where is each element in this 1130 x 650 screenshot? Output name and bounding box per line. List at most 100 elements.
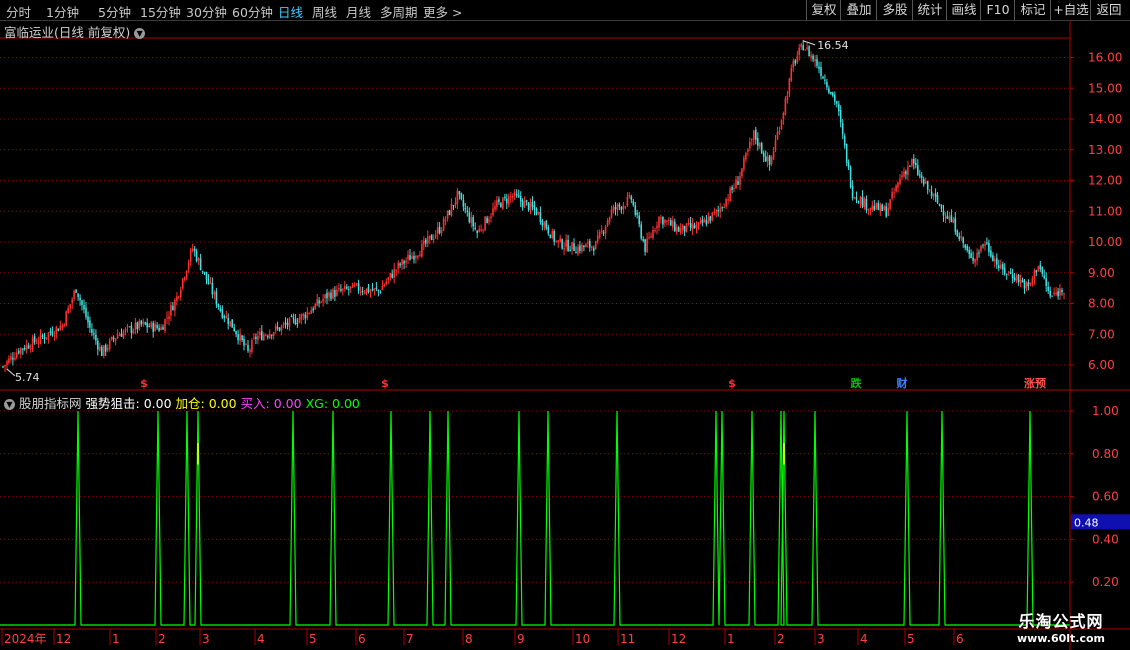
candle-body — [488, 219, 490, 222]
x-axis-label: 1 — [727, 632, 735, 646]
candle — [357, 279, 360, 294]
candle — [199, 253, 202, 271]
candle — [195, 248, 198, 263]
candle — [922, 176, 925, 187]
candle-body — [1029, 282, 1032, 285]
candle-body — [429, 235, 431, 239]
candle — [523, 196, 526, 209]
candle-body — [790, 68, 793, 81]
candle-body — [504, 196, 506, 198]
candle-body — [670, 220, 672, 226]
candle — [361, 286, 364, 296]
candle — [695, 221, 698, 234]
candle-body — [571, 241, 573, 250]
candle-body — [468, 212, 471, 222]
candle-body — [847, 162, 850, 168]
candle — [99, 342, 101, 352]
candle — [782, 111, 785, 125]
candle-body — [292, 317, 295, 319]
candle — [928, 189, 931, 193]
candle — [822, 75, 824, 79]
candle-body — [974, 258, 976, 263]
chevron-down-icon[interactable]: ▼ — [134, 28, 146, 39]
candle-body — [405, 260, 407, 263]
candle-body — [895, 185, 897, 192]
candle — [116, 329, 119, 339]
indicator-name[interactable]: 股朋指标网 — [19, 396, 82, 411]
candle-body — [170, 305, 172, 316]
indicator-tick-label: 0.20 — [1092, 575, 1119, 589]
candle — [553, 229, 555, 246]
candle — [207, 274, 210, 285]
candle-body — [666, 220, 668, 222]
candle-body — [235, 331, 237, 335]
candle — [998, 259, 1000, 272]
candle — [67, 305, 69, 314]
chevron-down-icon[interactable]: ▼ — [4, 399, 15, 410]
candle — [1003, 263, 1006, 276]
candle — [77, 293, 79, 301]
candle — [286, 318, 289, 330]
candle — [879, 202, 882, 216]
price-chart[interactable]: 16.0015.0014.0013.0012.0011.0010.009.008… — [0, 0, 1130, 650]
candle — [733, 183, 735, 192]
high-price-label: 16.54 — [817, 39, 849, 52]
candle-body — [818, 66, 820, 69]
candle-body — [958, 236, 961, 240]
candle — [351, 282, 354, 288]
candle — [990, 245, 992, 258]
low-price-label: 5.74 — [15, 371, 40, 384]
candle — [369, 288, 372, 298]
candle-body — [630, 196, 633, 200]
candle — [980, 244, 982, 254]
candle-body — [1051, 295, 1053, 297]
candle-body — [778, 131, 781, 133]
candle — [784, 96, 787, 116]
candle — [324, 293, 326, 303]
candle-body — [314, 304, 316, 310]
candle-body — [836, 101, 838, 104]
candle — [4, 364, 6, 372]
candle-body — [745, 153, 747, 160]
candle — [549, 234, 552, 239]
candle-body — [881, 204, 883, 211]
candle — [780, 119, 783, 130]
candle-body — [85, 307, 87, 318]
candle-body — [306, 311, 309, 319]
candle-body — [1041, 267, 1044, 274]
candle — [466, 205, 469, 217]
candle — [753, 129, 755, 146]
candle — [349, 286, 352, 294]
candle — [338, 283, 340, 292]
candle-body — [563, 247, 565, 250]
candle — [237, 329, 239, 345]
candle-body — [349, 286, 352, 289]
low-pointer — [6, 368, 16, 377]
candle — [583, 245, 585, 252]
candle-body — [438, 226, 441, 234]
candle-body — [326, 292, 328, 299]
candle-body — [328, 292, 330, 297]
candle-body — [494, 206, 496, 210]
candle — [747, 147, 749, 157]
candle — [1021, 277, 1024, 283]
candle — [106, 344, 109, 353]
candle — [855, 191, 858, 204]
candle — [201, 270, 204, 274]
candle-body — [899, 178, 901, 184]
candle — [644, 238, 646, 256]
candle — [766, 152, 769, 168]
candle — [249, 348, 251, 358]
candle — [247, 340, 249, 353]
candle — [861, 190, 864, 209]
candle — [796, 51, 799, 65]
candle — [818, 61, 820, 74]
candle — [757, 132, 759, 151]
candle — [389, 272, 392, 281]
candle-body — [691, 224, 694, 230]
candle — [895, 184, 897, 193]
candle — [132, 328, 135, 335]
chart-title: 富临运业(日线 前复权) ▼ — [4, 22, 146, 41]
candle-body — [709, 216, 712, 221]
candle — [650, 232, 652, 239]
